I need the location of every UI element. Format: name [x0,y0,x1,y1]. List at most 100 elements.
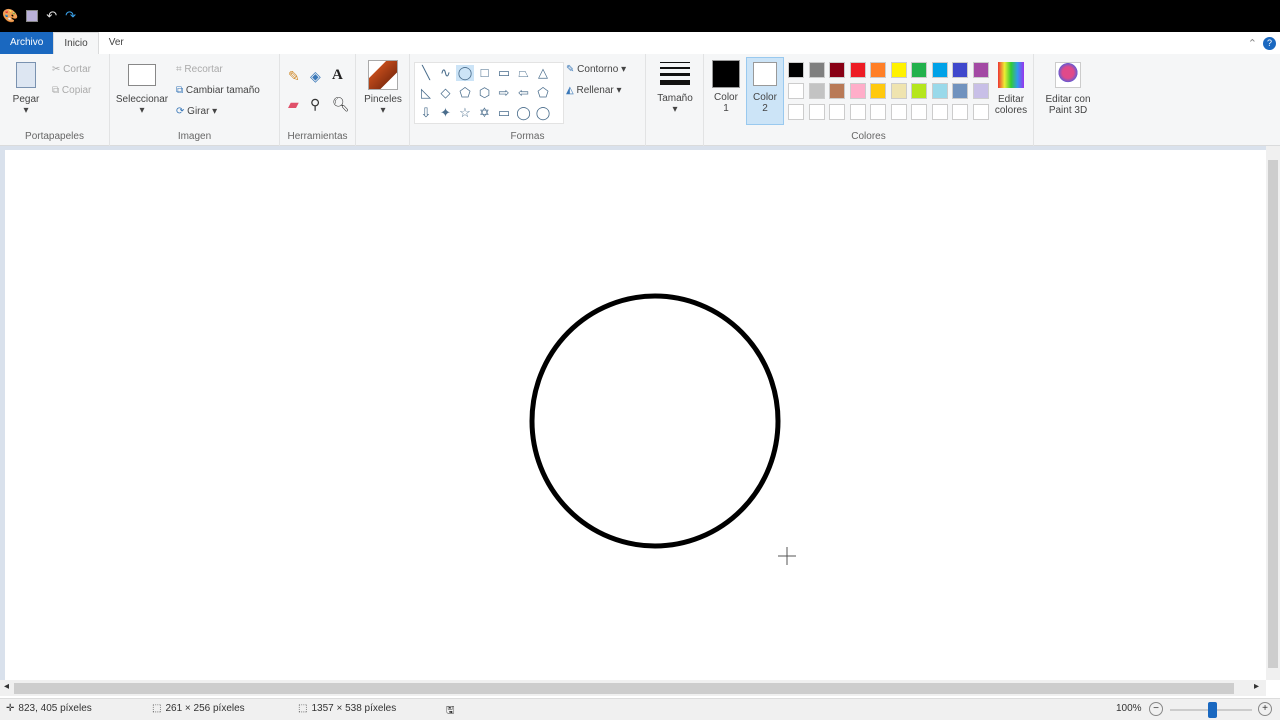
color-swatch[interactable] [952,62,968,78]
rotate-icon: ⟳ [176,106,188,117]
outline-button[interactable]: ✎ Contorno ▾ [566,64,626,75]
horizontal-scroll-thumb[interactable] [14,683,1234,694]
zoom-in-button[interactable]: + [1258,702,1272,716]
color-swatch[interactable] [911,83,927,99]
size-group: Tamaño ▾ [646,54,704,146]
shape-option[interactable]: ✦ [437,105,455,121]
shape-option[interactable]: ⇩ [417,105,435,121]
shape-option[interactable]: ◺ [417,85,435,101]
scissors-icon: ✂ [52,64,64,75]
shape-option[interactable]: ∿ [437,65,455,81]
fill-button[interactable]: ◭ Rellenar ▾ [566,85,622,96]
shape-option[interactable]: ▭ [495,105,513,121]
color-swatch[interactable] [788,62,804,78]
shape-option[interactable]: ◯ [456,65,474,81]
empty-color-slot[interactable] [890,104,907,120]
color-swatch[interactable] [931,62,948,78]
color-swatch[interactable] [890,83,907,99]
color-swatch[interactable] [808,62,825,78]
shape-option[interactable]: ⬠ [456,85,474,101]
brushes-button[interactable]: Pinceles ▾ [360,60,406,116]
text-tool-icon[interactable]: A [332,67,343,84]
empty-color-slot[interactable] [972,104,989,120]
color-swatch[interactable] [952,83,968,99]
undo-icon[interactable]: ↶ [46,8,57,24]
shape-option[interactable]: ✡ [476,105,494,121]
color-swatch[interactable] [890,62,907,78]
outline-icon: ✎ [566,64,578,75]
horizontal-scrollbar[interactable]: ◂ ▸ [0,680,1266,696]
empty-color-slot[interactable] [788,104,804,120]
color-swatch[interactable] [870,62,886,78]
shape-option[interactable]: ⬠ [534,85,552,101]
canvas-drawing [529,293,796,565]
color-swatch[interactable] [829,83,845,99]
shape-option[interactable]: ⇨ [495,85,513,101]
color-swatch[interactable] [829,62,845,78]
color1-button[interactable]: Color 1 [708,60,744,114]
zoom-out-button[interactable]: − [1149,702,1163,716]
shape-option[interactable]: ◇ [437,85,455,101]
select-button[interactable]: Seleccionar ▾ [114,64,170,116]
rotate-button[interactable]: ⟳ Girar ▾ [176,106,217,117]
empty-color-slot[interactable] [931,104,948,120]
pencil-icon[interactable]: ✎ [288,68,300,85]
shape-option[interactable]: ☆ [456,105,474,121]
size-button[interactable]: Tamaño ▾ [654,62,696,115]
shape-option[interactable]: ⬡ [476,85,494,101]
scroll-right-icon[interactable]: ▸ [1254,681,1259,692]
color-swatch[interactable] [849,62,866,78]
empty-color-slot[interactable] [829,104,845,120]
empty-color-slot[interactable] [808,104,825,120]
crop-button[interactable]: ⌗ Recortar [176,64,223,75]
color-swatch[interactable] [849,83,866,99]
paint3d-icon [1055,62,1081,88]
vertical-scroll-thumb[interactable] [1268,160,1278,668]
color-swatch[interactable] [931,83,948,99]
paste-button[interactable]: Pegar ▾ [8,62,44,116]
redo-icon[interactable]: ↷ [65,8,76,24]
edit-with-paint3d-button[interactable]: Editar con Paint 3D [1038,62,1098,116]
tools-label: Herramientas [287,131,348,142]
color-swatch[interactable] [972,62,989,78]
help-icon[interactable]: ? [1263,36,1276,50]
shape-option[interactable]: △ [534,65,552,81]
scroll-left-icon[interactable]: ◂ [4,681,9,692]
tab-view[interactable]: Ver [99,32,134,54]
fill-bucket-icon[interactable]: ◈ [310,68,321,85]
color-swatch[interactable] [870,83,886,99]
color-swatch[interactable] [911,62,927,78]
magnifier-icon[interactable]: 🔍︎ [332,96,350,113]
tab-home[interactable]: Inicio [53,32,99,54]
shape-option[interactable]: ◯ [515,105,533,121]
shape-option[interactable]: ▭ [495,65,513,81]
resize-button[interactable]: ⧉ Cambiar tamaño [176,85,260,96]
copy-button[interactable]: ⧉ Copiar [52,85,91,96]
color-swatch[interactable] [972,83,989,99]
empty-color-slot[interactable] [911,104,927,120]
tools-group: ✎ ◈ A ▰ ⚲ 🔍︎ Herramientas [280,54,356,146]
shape-option[interactable]: ◯ [534,105,552,121]
shape-option[interactable]: ╲ [417,65,435,81]
eraser-icon[interactable]: ▰ [288,96,299,113]
empty-color-slot[interactable] [849,104,866,120]
collapse-ribbon-icon[interactable]: ⌃ [1248,37,1257,50]
shape-option[interactable]: ⇦ [515,85,533,101]
zoom-slider[interactable] [1170,702,1252,718]
tab-file[interactable]: Archivo [0,32,54,54]
zoom-slider-thumb[interactable] [1208,702,1217,718]
empty-color-slot[interactable] [952,104,968,120]
cut-button[interactable]: ✂ Cortar [52,64,91,75]
shape-option[interactable]: ⏢ [515,65,533,81]
vertical-scrollbar[interactable] [1266,146,1280,680]
color2-button[interactable]: Color 2 [746,57,784,125]
empty-color-slot[interactable] [870,104,886,120]
color-swatch[interactable] [808,83,825,99]
save-icon[interactable] [26,10,39,22]
drawn-circle[interactable] [529,293,781,549]
color-picker-icon[interactable]: ⚲ [310,96,320,113]
drawing-canvas[interactable] [5,150,1266,680]
color-swatch[interactable] [788,83,804,99]
shape-option[interactable]: □ [476,65,494,80]
edit-colors-button[interactable]: Editar colores [992,62,1030,116]
